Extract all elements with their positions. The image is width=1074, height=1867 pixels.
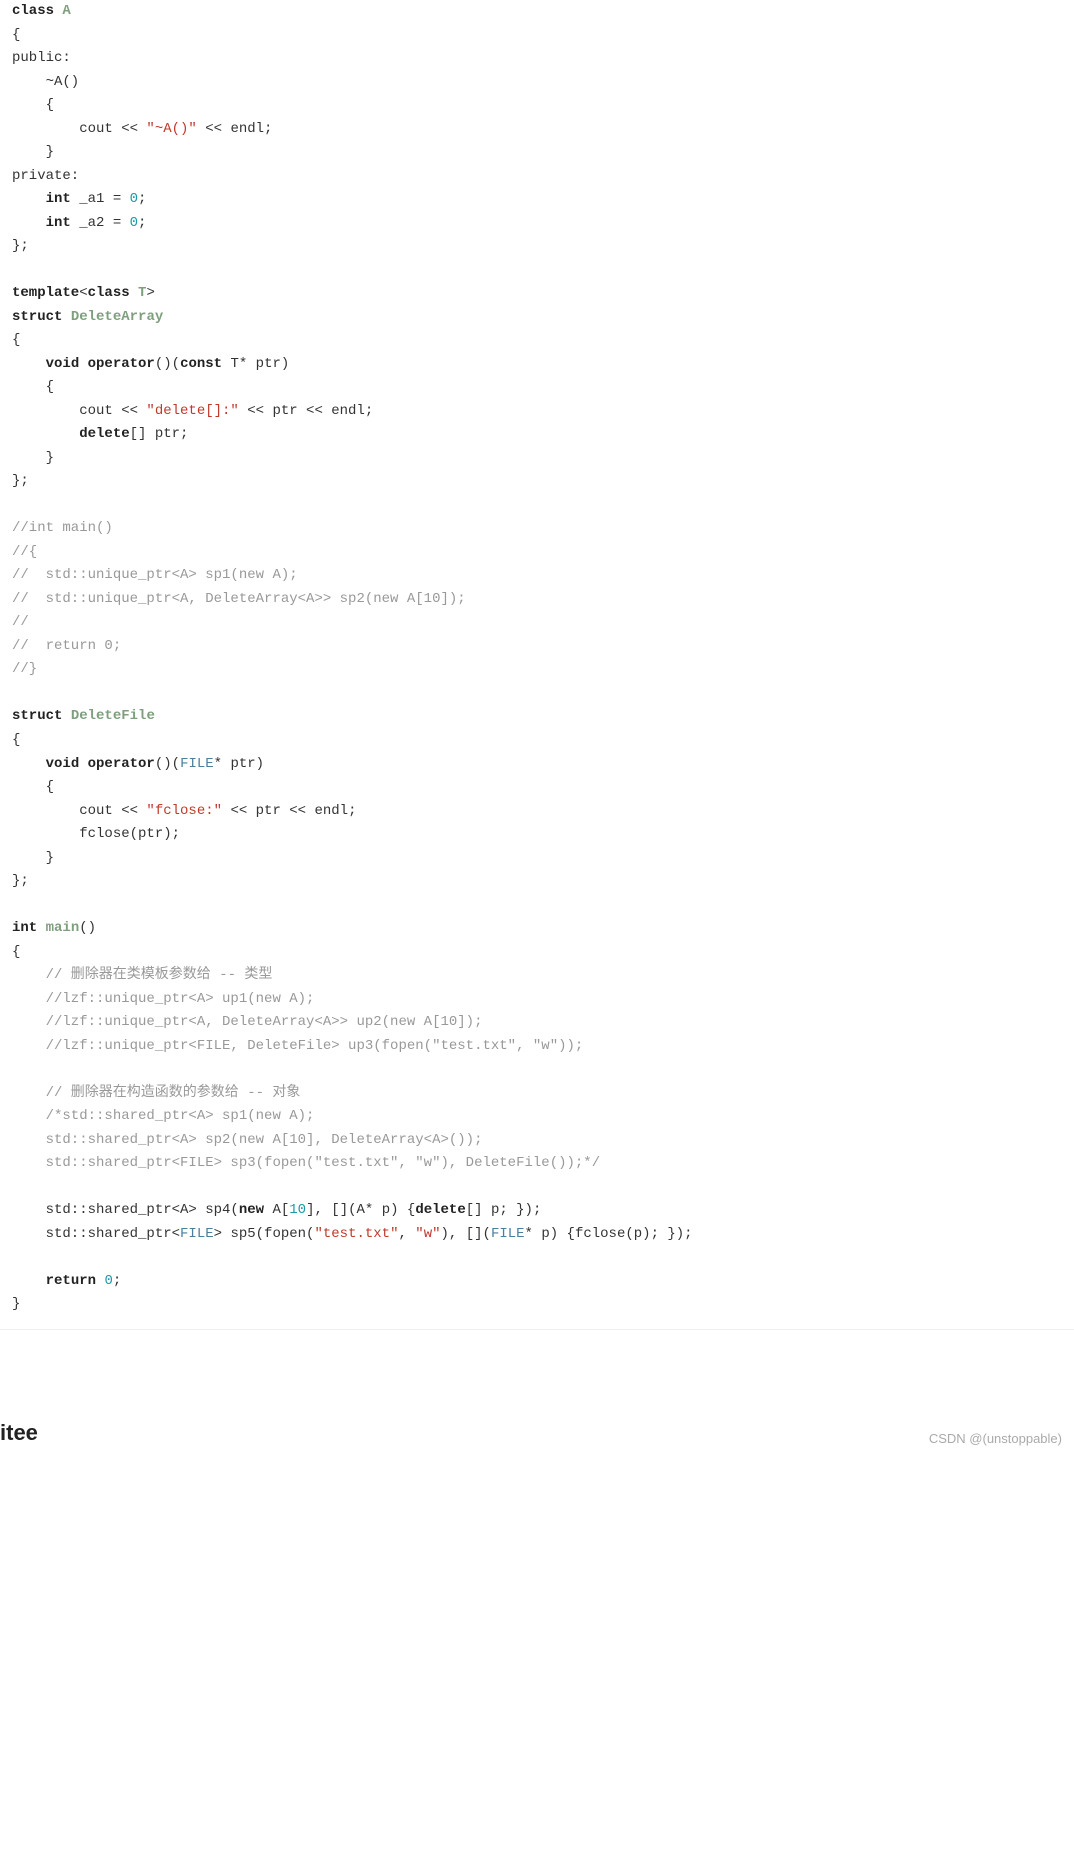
footer-left: itee (0, 1420, 38, 1446)
footer: itee CSDN @(unstoppable) (0, 1330, 1074, 1446)
code-block: class A { public: ~A() { cout << "~A()" … (0, 0, 1074, 1330)
footer-watermark: CSDN @(unstoppable) (929, 1431, 1062, 1446)
